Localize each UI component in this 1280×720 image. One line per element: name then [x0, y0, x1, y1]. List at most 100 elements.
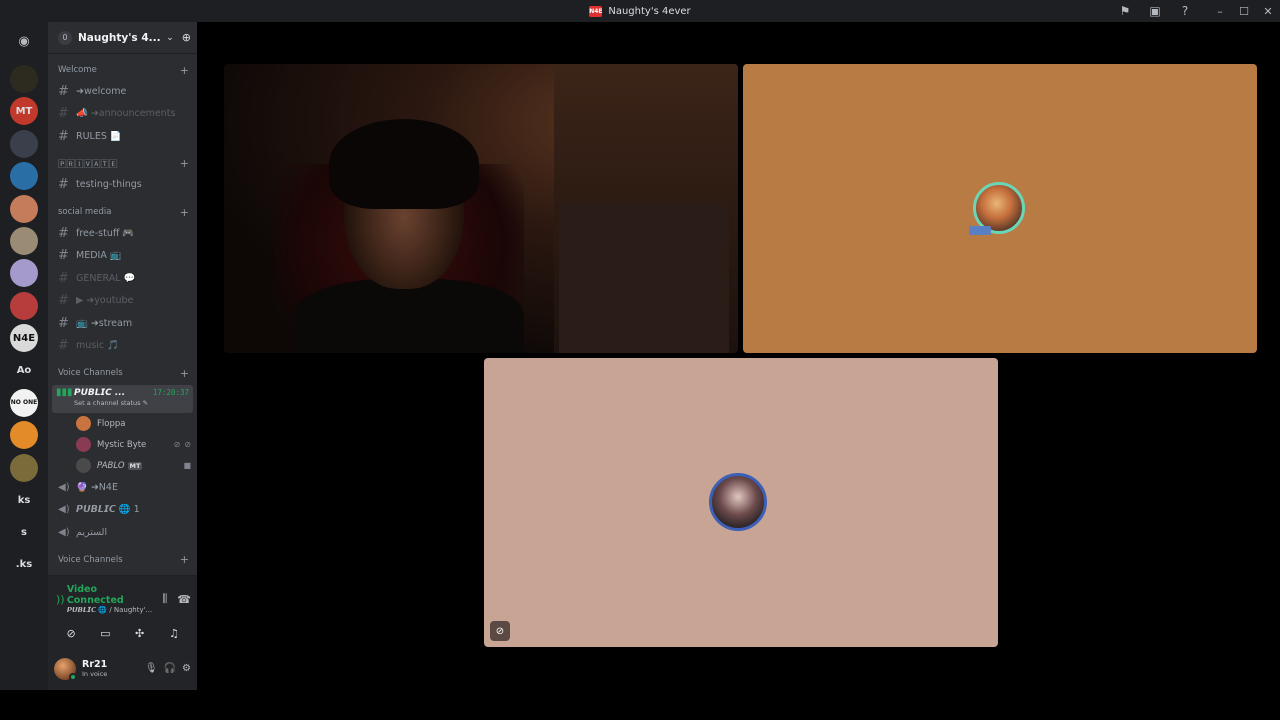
channel-free-stuff[interactable]: # free-stuff 🎮 [48, 222, 197, 245]
avatar [709, 473, 767, 531]
server-icon[interactable] [10, 129, 38, 158]
server-icon[interactable] [10, 453, 38, 482]
channel-welcome[interactable]: # ➜welcome [48, 80, 197, 103]
channel-label: testing-things [76, 179, 142, 191]
close-button[interactable]: ✕ [1256, 0, 1280, 22]
hash-icon: # [58, 293, 69, 309]
flag-icon[interactable]: ⚑ [1110, 0, 1140, 22]
video-stage: ⊘ [197, 22, 1280, 690]
channel-testing-things[interactable]: # testing-things [48, 174, 197, 197]
discord-home-icon[interactable]: ◉ [10, 27, 38, 55]
help-icon[interactable]: ? [1170, 0, 1200, 22]
add-channel-icon[interactable]: + [180, 367, 189, 380]
server-header[interactable]: 0 Naughty's 4... ⌄ ⊕ [48, 22, 197, 54]
add-channel-icon[interactable]: + [180, 64, 189, 77]
microphone-icon[interactable]: 🎙 [145, 663, 158, 674]
screen-share-icon[interactable]: ▭ [90, 623, 120, 643]
soundboard-icon[interactable]: ♫ [159, 623, 189, 643]
server-icon[interactable]: .ks [10, 550, 38, 579]
voice-member-mystic-byte[interactable]: Mystic Byte ⊘ ⊘ [48, 434, 197, 455]
add-channel-icon[interactable]: + [180, 553, 189, 566]
channel-general[interactable]: # GENERAL 💬 [48, 267, 197, 290]
category-private[interactable]: 🄿🅁🄸🅅🄰🅃🄴 + [48, 154, 197, 174]
member-name-text: PABLO [97, 460, 125, 471]
activities-icon[interactable]: ✣ [125, 623, 155, 643]
server-icon[interactable] [10, 194, 38, 223]
chevron-down-icon[interactable]: ⌄ [166, 33, 174, 43]
inbox-icon[interactable]: ▣ [1140, 0, 1170, 22]
settings-gear-icon[interactable]: ⚙ [182, 663, 191, 674]
discord-window: N4E Naughty's 4ever ⚑ ▣ ? – ☐ ✕ ◉ MT N4E A… [0, 0, 1280, 720]
channel-youtube[interactable]: # ▶ ➜youtube [48, 290, 197, 313]
channel-media[interactable]: # MEDIA 📺 [48, 245, 197, 268]
hash-icon: # [58, 225, 69, 241]
category-name: 🄿🅁🄸🅅🄰🅃🄴 [58, 159, 118, 170]
channel-label: GENERAL 💬 [76, 272, 136, 284]
avatar[interactable] [54, 657, 77, 681]
server-icon[interactable]: N4E [10, 324, 38, 353]
category-social-media[interactable]: social media + [48, 202, 197, 222]
title-bar: N4E Naughty's 4ever ⚑ ▣ ? – ☐ ✕ [0, 0, 1280, 22]
camera-off-icon[interactable]: ⊘ [490, 621, 510, 641]
speaker-icon: ◀) [58, 504, 70, 516]
mic-muted-icon: ⊘ [173, 440, 181, 449]
voice-member-floppa[interactable]: Floppa [48, 413, 197, 434]
voice-channel-public[interactable]: ◀) 𝙋𝙐𝘽𝙇𝙄𝘾 🌐 1 [48, 499, 197, 522]
invite-icon[interactable]: ⊕ [182, 31, 191, 44]
camera-off-icon[interactable]: ⊘ [56, 623, 86, 643]
camera-icon: ■ [183, 461, 191, 470]
server-icon[interactable] [10, 291, 38, 320]
category-welcome[interactable]: Welcome + [48, 60, 197, 80]
video-tile-user[interactable] [743, 64, 1257, 353]
hash-icon: # [58, 338, 69, 354]
add-channel-icon[interactable]: + [180, 206, 189, 219]
category-name: Voice Channels [58, 368, 123, 378]
voice-channel-stream[interactable]: ◀) الستريم [48, 521, 197, 544]
channel-label: MEDIA 📺 [76, 250, 122, 262]
server-icon[interactable] [10, 259, 38, 288]
maximize-button[interactable]: ☐ [1232, 0, 1256, 22]
minimize-button[interactable]: – [1208, 0, 1232, 22]
server-icon[interactable] [10, 226, 38, 255]
server-name[interactable]: Naughty's 4... [78, 32, 166, 44]
channel-label: ▶ ➜youtube [76, 295, 134, 307]
avatar [76, 437, 91, 452]
speaker-icon: ◀) [58, 526, 70, 538]
member-status-icons: ⊘ ⊘ [174, 440, 191, 449]
server-list: MT N4E Ao NO ONE ks s .ks [0, 65, 48, 579]
signal-icon[interactable]: )) [56, 593, 67, 606]
server-icon[interactable]: ks [10, 486, 38, 515]
channel-announcements[interactable]: # 📣 ➜announcements [48, 103, 197, 126]
connection-channel[interactable]: 𝙋𝙐𝘽𝙇𝙄𝘾 🌐 / Naughty'... [67, 606, 152, 614]
voice-member-pablo[interactable]: PABLO MT ■ [48, 455, 197, 476]
username[interactable]: Rr21 [82, 659, 139, 670]
server-icon[interactable] [10, 162, 38, 191]
channel-stream[interactable]: # 📺 ➜stream [48, 312, 197, 335]
add-channel-icon[interactable]: + [180, 157, 189, 170]
server-icon[interactable]: Ao [10, 356, 38, 385]
noise-suppression-icon[interactable]: ⫼ [162, 592, 167, 606]
set-channel-status[interactable]: Set a channel status ✎ [56, 399, 189, 407]
category-voice-channels[interactable]: Voice Channels + [48, 363, 197, 383]
server-icon[interactable]: NO ONE [10, 388, 38, 417]
channel-rules[interactable]: # RULES 📄 [48, 125, 197, 148]
voice-channel-n4e[interactable]: ◀) 🔮 ➜N4E [48, 476, 197, 499]
server-icon-label: N4E [12, 332, 36, 344]
category-voice-channels-2[interactable]: Voice Channels + [48, 550, 197, 570]
server-icon-label: MT [15, 105, 33, 117]
server-icon[interactable]: MT [10, 97, 38, 126]
member-name: PABLO MT [97, 461, 183, 471]
active-voice-channel[interactable]: ▮▮▮ 𝙋𝙐𝘽𝙇𝙄𝘾 ... 17:20:37 Set a channel st… [52, 385, 193, 413]
member-name: Floppa [97, 418, 126, 429]
headphones-icon[interactable]: 🎧 [164, 663, 176, 674]
server-icon[interactable] [10, 421, 38, 450]
video-tile-camera[interactable] [224, 64, 738, 353]
video-tile-user[interactable]: ⊘ [484, 358, 998, 647]
server-icon[interactable] [10, 65, 38, 93]
server-icon[interactable]: s [10, 518, 38, 547]
channel-label: ➜welcome [76, 85, 127, 97]
channel-label: 𝙋𝙐𝘽𝙇𝙄𝘾 🌐 1 [76, 504, 140, 516]
channel-music[interactable]: # music 🎵 [48, 335, 197, 358]
member-name: Mystic Byte [97, 439, 147, 450]
disconnect-icon[interactable]: ☎ [177, 593, 191, 606]
